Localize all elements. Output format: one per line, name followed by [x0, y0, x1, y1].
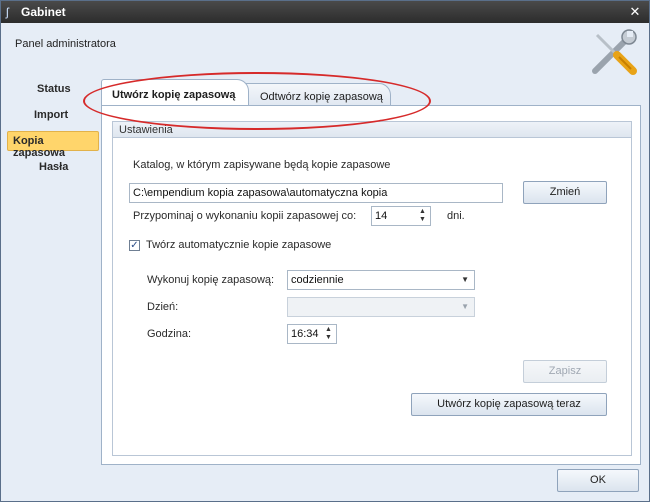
- auto-backup-label: Twórz automatycznie kopie zapasowe: [146, 239, 332, 251]
- tabs-area: Odtwórz kopię zapasową Utwórz kopię zapa…: [101, 79, 641, 465]
- auto-backup-checkbox[interactable]: ✓: [129, 240, 140, 251]
- reminder-stepper[interactable]: 14 ▲ ▼: [371, 206, 431, 226]
- title-bar[interactable]: ʃ Gabinet ✕: [1, 1, 649, 23]
- header: Panel administratora: [1, 23, 649, 81]
- tab-restore-backup[interactable]: Odtwórz kopię zapasową: [243, 83, 391, 107]
- ok-button[interactable]: OK: [557, 469, 639, 492]
- backup-now-button[interactable]: Utwórz kopię zapasową teraz: [411, 393, 607, 416]
- close-icon[interactable]: ✕: [627, 4, 643, 20]
- tab-label: Odtwórz kopię zapasową: [260, 91, 383, 103]
- day-dropdown[interactable]: ▼: [287, 297, 475, 317]
- stepper-arrows[interactable]: ▲ ▼: [322, 326, 335, 342]
- settings-group: Ustawienia Katalog, w którym zapisywane …: [112, 121, 632, 456]
- tab-body: Ustawienia Katalog, w którym zapisywane …: [101, 105, 641, 465]
- day-label: Dzień:: [147, 301, 179, 313]
- sidebar-item-label: Kopia zapasowa: [13, 135, 65, 159]
- catalog-path-field[interactable]: C:\empendium kopia zapasowa\automatyczna…: [129, 183, 503, 203]
- hour-value: 16:34: [291, 328, 319, 340]
- sidebar-item-passwords[interactable]: Hasła: [39, 161, 68, 181]
- footer: OK: [1, 465, 649, 501]
- save-button[interactable]: Zapisz: [523, 360, 607, 383]
- tab-label: Utwórz kopię zapasową: [112, 89, 236, 101]
- sidebar-item-label: Import: [34, 109, 69, 121]
- sidebar-item-status[interactable]: Status: [37, 83, 71, 103]
- stepper-down-icon[interactable]: ▼: [322, 334, 335, 342]
- sidebar-item-label: Status: [37, 83, 71, 95]
- chevron-down-icon: ▼: [461, 275, 469, 284]
- perform-label: Wykonuj kopię zapasową:: [147, 274, 275, 286]
- stepper-down-icon[interactable]: ▼: [416, 216, 429, 224]
- main-window: ʃ Gabinet ✕ Panel administratora Status …: [0, 0, 650, 502]
- group-title: Ustawienia: [113, 122, 631, 138]
- sidebar-item-backup[interactable]: Kopia zapasowa: [7, 131, 99, 159]
- perform-dropdown[interactable]: codziennie ▼: [287, 270, 475, 290]
- catalog-label: Katalog, w którym zapisywane będą kopie …: [133, 159, 391, 171]
- stepper-up-icon[interactable]: ▲: [416, 208, 429, 216]
- sidebar-item-label: Hasła: [39, 161, 69, 173]
- hour-label: Godzina:: [147, 328, 192, 340]
- reminder-label: Przypominaj o wykonaniu kopii zapasowej …: [133, 210, 357, 222]
- wrench-screwdriver-icon: [592, 29, 637, 75]
- stethoscope-icon: ʃ: [6, 5, 9, 19]
- panel-title: Panel administratora: [15, 38, 116, 50]
- change-button[interactable]: Zmień: [523, 181, 607, 204]
- perform-value: codziennie: [291, 274, 344, 286]
- stepper-up-icon[interactable]: ▲: [322, 326, 335, 334]
- stepper-arrows[interactable]: ▲ ▼: [416, 208, 429, 224]
- reminder-unit: dni.: [447, 210, 465, 222]
- hour-stepper[interactable]: 16:34 ▲ ▼: [287, 324, 337, 344]
- chevron-down-icon: ▼: [461, 302, 469, 311]
- sidebar-item-import[interactable]: Import: [34, 109, 68, 129]
- window-title: Gabinet: [21, 5, 66, 19]
- tab-create-backup[interactable]: Utwórz kopię zapasową: [101, 79, 249, 107]
- reminder-value: 14: [375, 210, 388, 222]
